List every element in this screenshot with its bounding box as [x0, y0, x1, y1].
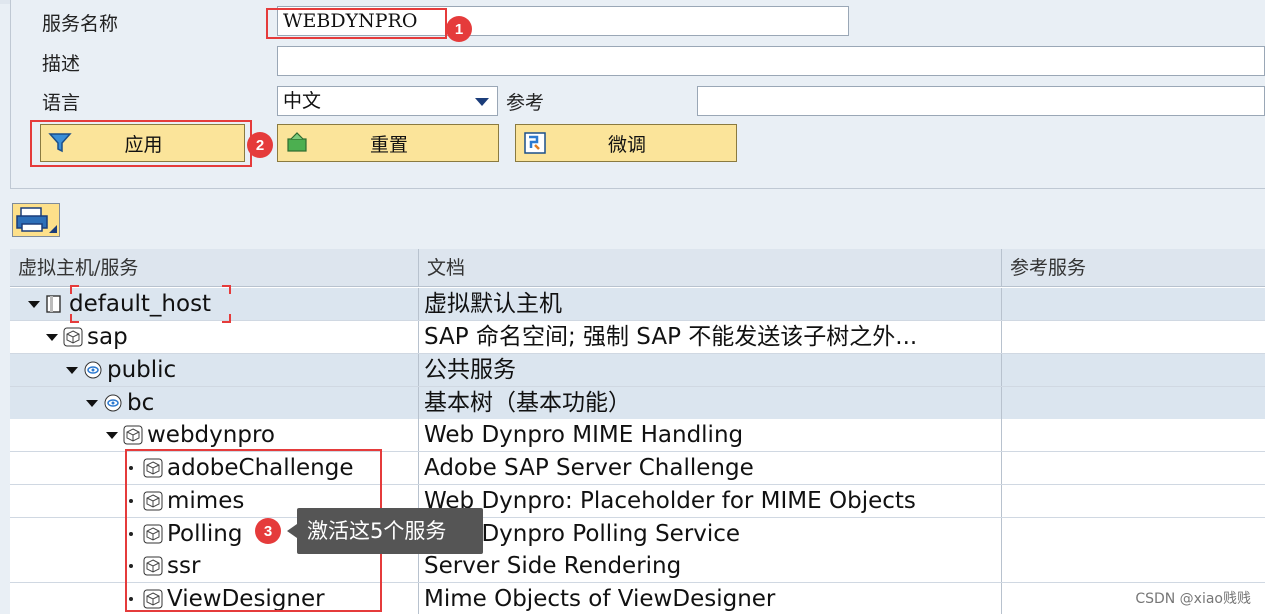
- node-doc: Web Dynpro MIME Handling: [418, 419, 1001, 451]
- column-header-reference[interactable]: 参考服务: [1002, 249, 1265, 287]
- node-reference: [1001, 452, 1265, 484]
- annotation-badge-3: 3: [255, 518, 281, 544]
- menu-arrow-icon: [49, 225, 57, 233]
- description-label: 描述: [42, 53, 81, 75]
- expand-toggle-icon[interactable]: [28, 300, 40, 308]
- language-label: 语言: [42, 92, 81, 114]
- reference-input[interactable]: [697, 86, 1265, 116]
- focus-corner: [222, 314, 231, 323]
- annotation-badge-2: 2: [247, 132, 273, 158]
- table-row[interactable]: webdynpro Web Dynpro MIME Handling: [10, 419, 1265, 452]
- table-row[interactable]: sap SAP 命名空间; 强制 SAP 不能发送该子树之外...: [10, 321, 1265, 354]
- annotation-badge-1: 1: [446, 16, 472, 42]
- table-row[interactable]: bc 基本树（基本功能）: [10, 387, 1265, 420]
- node-doc: SAP 命名空间; 强制 SAP 不能发送该子树之外...: [418, 321, 1001, 353]
- node-reference: [1001, 288, 1265, 320]
- reset-button[interactable]: 重置: [277, 124, 499, 162]
- node-reference: [1001, 321, 1265, 353]
- finetune-button[interactable]: 微调: [515, 124, 737, 162]
- annotation-box-2: [30, 120, 252, 167]
- column-header-host-service[interactable]: 虚拟主机/服务: [10, 249, 419, 287]
- annotation-box-1: [266, 8, 447, 39]
- node-doc: Mime Objects of ViewDesigner: [418, 583, 1001, 614]
- node-label[interactable]: webdynpro: [147, 422, 275, 448]
- focus-corner: [222, 285, 231, 294]
- node-label[interactable]: bc: [127, 390, 154, 416]
- node-icon: [104, 394, 122, 412]
- reset-icon: [284, 130, 310, 156]
- service-icon: [63, 327, 83, 347]
- reset-button-label: 重置: [369, 133, 408, 156]
- table-row[interactable]: public 公共服务: [10, 354, 1265, 387]
- service-icon: [123, 425, 143, 445]
- focus-corner: [70, 285, 79, 294]
- node-reference: [1001, 387, 1265, 419]
- node-label[interactable]: default_host: [69, 291, 211, 317]
- printer-icon: [16, 207, 48, 232]
- column-header-doc[interactable]: 文档: [419, 249, 1002, 287]
- host-icon: [46, 295, 61, 313]
- node-doc: 虚拟默认主机: [418, 288, 1001, 320]
- service-name-label: 服务名称: [42, 13, 119, 35]
- reference-label: 参考: [506, 92, 545, 114]
- finetune-icon: [522, 130, 548, 156]
- annotation-tooltip: 激活这5个服务: [287, 508, 483, 554]
- language-value: 中文: [283, 90, 322, 112]
- description-input[interactable]: [277, 46, 1265, 76]
- finetune-button-label: 微调: [607, 133, 646, 156]
- node-doc: Web Dynpro Polling Service: [418, 518, 1001, 550]
- node-doc: Web Dynpro: Placeholder for MIME Objects: [418, 485, 1001, 517]
- node-reference: [1001, 419, 1265, 451]
- node-doc: 公共服务: [418, 354, 1001, 386]
- node-label[interactable]: public: [107, 357, 176, 383]
- expand-toggle-icon[interactable]: [46, 333, 58, 341]
- print-button[interactable]: [12, 203, 60, 237]
- table-row[interactable]: default_host 虚拟默认主机: [10, 288, 1265, 321]
- node-doc: Server Side Rendering: [418, 550, 1001, 582]
- node-label[interactable]: sap: [87, 324, 128, 350]
- language-select[interactable]: 中文: [277, 86, 498, 116]
- expand-toggle-icon[interactable]: [86, 399, 98, 407]
- node-doc: 基本树（基本功能）: [418, 387, 1001, 419]
- dropdown-arrow-icon[interactable]: [475, 98, 489, 106]
- node-reference: [1001, 354, 1265, 386]
- focus-corner: [70, 314, 79, 323]
- node-icon: [84, 361, 102, 379]
- expand-toggle-icon[interactable]: [66, 366, 78, 374]
- expand-toggle-icon[interactable]: [106, 431, 118, 439]
- node-reference: [1001, 550, 1265, 582]
- watermark: CSDN @xiao贱贱: [1135, 591, 1251, 607]
- node-reference: [1001, 518, 1265, 550]
- node-reference: [1001, 485, 1265, 517]
- node-doc: Adobe SAP Server Challenge: [418, 452, 1001, 484]
- table-header: 虚拟主机/服务 文档 参考服务: [10, 249, 1265, 287]
